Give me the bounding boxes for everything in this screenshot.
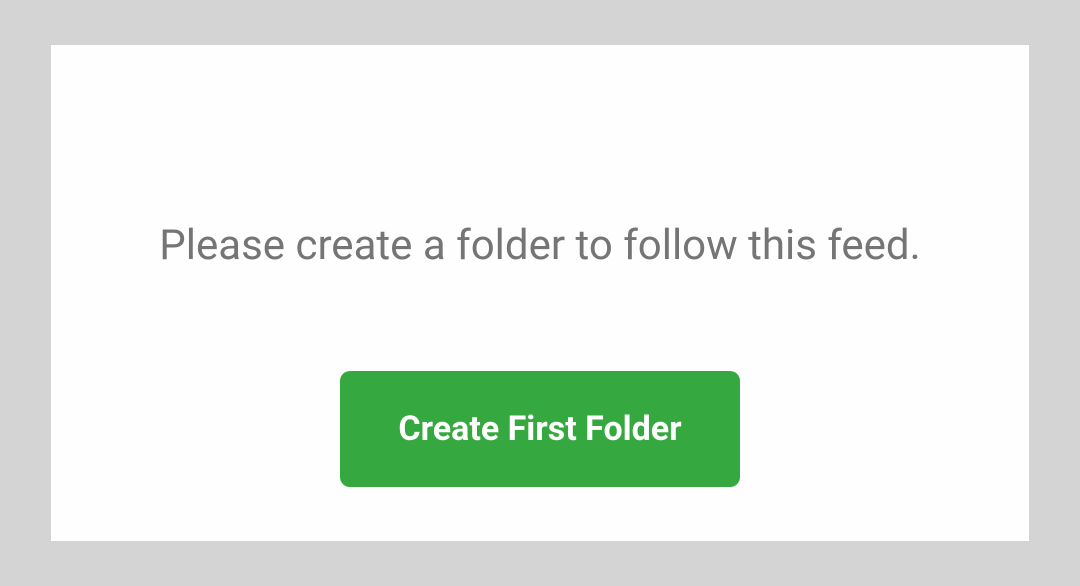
empty-state-card: Please create a folder to follow this fe… [51,45,1029,541]
create-first-folder-button[interactable]: Create First Folder [340,371,739,487]
empty-state-message: Please create a folder to follow this fe… [159,219,920,274]
